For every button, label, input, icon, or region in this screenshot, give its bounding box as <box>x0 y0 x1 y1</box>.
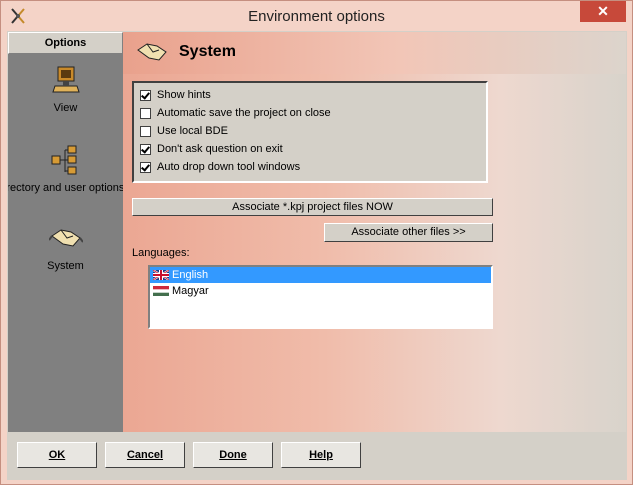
title-bar[interactable]: Environment options ✕ <box>1 1 632 31</box>
sidebar-item-system[interactable]: System <box>8 222 123 272</box>
hungary-flag-icon <box>153 286 169 296</box>
close-button[interactable]: ✕ <box>580 1 626 22</box>
option-show-hints[interactable]: Show hints <box>140 87 211 103</box>
options-group: Show hints Automatic save the project on… <box>132 81 488 183</box>
sidebar-item-view[interactable]: View <box>8 64 123 114</box>
panel-title: System <box>179 43 236 60</box>
option-label: Show hints <box>157 89 211 101</box>
help-label: Help <box>309 449 333 461</box>
done-button[interactable]: Done <box>193 442 273 468</box>
checkbox[interactable] <box>140 161 151 173</box>
option-no-exit-question[interactable]: Don't ask question on exit <box>140 141 283 157</box>
dialog-frame: Options View rectory and user options Sy… <box>7 31 627 480</box>
list-item-english[interactable]: English <box>150 267 491 283</box>
option-label: Don't ask question on exit <box>157 143 283 155</box>
window-title: Environment options <box>248 8 385 25</box>
cancel-button[interactable]: Cancel <box>105 442 185 468</box>
directory-tree-icon <box>51 145 76 175</box>
cancel-label: Cancel <box>126 449 164 461</box>
option-label: Automatic save the project on close <box>157 107 331 119</box>
uk-flag-icon <box>153 270 169 280</box>
handshake-icon <box>48 229 83 247</box>
sidebar-item-label: System <box>47 260 84 272</box>
sidebar-item-label: Directory and user options <box>8 182 123 194</box>
checkbox[interactable] <box>140 89 151 101</box>
option-label: Auto drop down tool windows <box>157 161 301 173</box>
button-bar: OK Cancel Done Help <box>7 432 627 480</box>
system-panel: System Show hints Automatic save the pro… <box>123 32 626 432</box>
checkbox[interactable] <box>140 107 151 119</box>
panel-header: System <box>123 32 626 74</box>
option-label: Use local BDE <box>157 125 228 137</box>
languages-list[interactable]: English Magyar <box>148 265 493 329</box>
handshake-icon <box>137 43 167 61</box>
option-local-bde[interactable]: Use local BDE <box>140 123 228 139</box>
option-auto-drop-down[interactable]: Auto drop down tool windows <box>140 159 300 175</box>
associate-other-button[interactable]: Associate other files >> <box>324 223 493 242</box>
list-item-label: Magyar <box>172 285 209 297</box>
sidebar-item-label: View <box>53 102 78 114</box>
help-button[interactable]: Help <box>281 442 361 468</box>
associate-now-button[interactable]: Associate *.kpj project files NOW <box>132 198 493 216</box>
ok-label: OK <box>48 449 66 461</box>
languages-label: Languages: <box>132 247 190 259</box>
checkbox[interactable] <box>140 143 151 155</box>
monitor-icon <box>51 66 80 93</box>
done-label: Done <box>219 449 247 461</box>
option-auto-save[interactable]: Automatic save the project on close <box>140 105 331 121</box>
ok-button[interactable]: OK <box>17 442 97 468</box>
checkbox[interactable] <box>140 125 151 137</box>
options-sidebar: Options View rectory and user options Sy… <box>8 32 123 432</box>
sidebar-header: Options <box>8 32 123 54</box>
list-item-magyar[interactable]: Magyar <box>150 283 491 299</box>
list-item-label: English <box>172 269 209 281</box>
environment-options-window: Environment options ✕ Options View recto… <box>0 0 633 485</box>
sidebar-item-directory[interactable]: Directory and user options <box>8 144 123 194</box>
